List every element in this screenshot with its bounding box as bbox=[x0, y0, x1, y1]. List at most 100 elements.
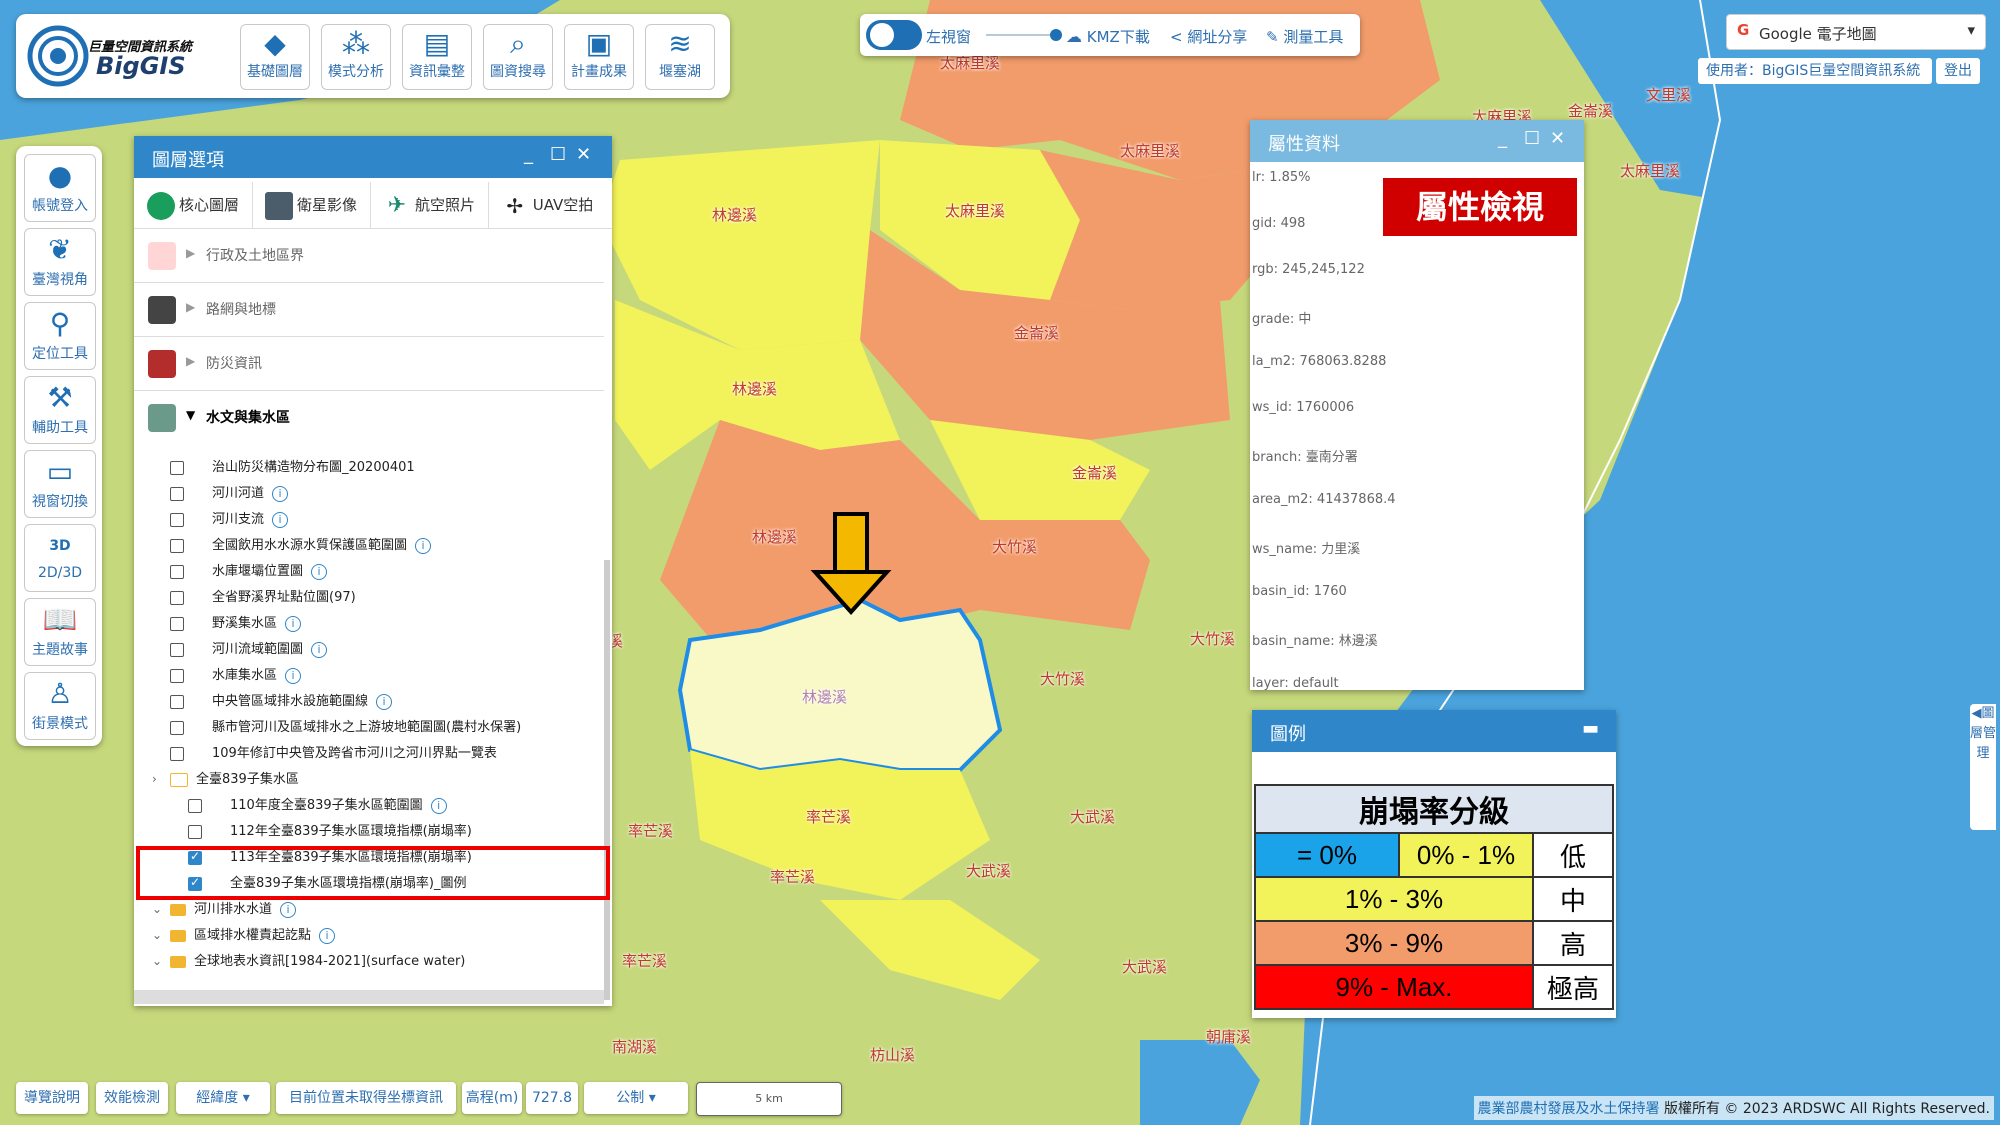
toolbar-project-results-button[interactable]: ▣ 計畫成果 bbox=[564, 24, 634, 90]
toolbar-model-analysis-button[interactable]: ⁂ 模式分析 bbox=[321, 24, 391, 90]
layer-tabs: 核心圖層 衛星影像 ✈ 航空照片 ✢ UAV空拍 bbox=[134, 182, 612, 229]
info-icon[interactable]: i bbox=[272, 511, 289, 528]
info-icon[interactable]: i bbox=[430, 797, 447, 814]
category-disaster[interactable]: ▶ 防災資訊 bbox=[134, 338, 604, 391]
tab-label: 衛星影像 bbox=[296, 196, 357, 214]
layer-row[interactable]: 縣市管河川及區域排水之上游坡地範圍圖(農村水保署) bbox=[170, 716, 521, 740]
info-icon[interactable]: i bbox=[272, 485, 289, 502]
info-icon[interactable]: i bbox=[285, 667, 302, 684]
layer-checkbox[interactable] bbox=[170, 720, 184, 735]
layer-checkbox[interactable] bbox=[170, 746, 184, 761]
layer-checkbox[interactable] bbox=[170, 668, 184, 683]
folder-icon bbox=[170, 929, 186, 942]
layer-row[interactable]: 全國飲用水水源水質保護區範圍圖 i bbox=[170, 534, 432, 558]
sidebar-aux-tools-button[interactable]: ⚒ 輔助工具 bbox=[24, 376, 96, 444]
tab-uav[interactable]: ✢ UAV空拍 bbox=[488, 182, 606, 228]
guide-button[interactable]: 導覽說明 bbox=[16, 1082, 88, 1114]
maximize-icon[interactable]: ☐ bbox=[1524, 128, 1540, 149]
split-window-toggle[interactable] bbox=[866, 20, 922, 50]
cloud-download-icon: ☁ bbox=[1066, 27, 1082, 46]
info-icon[interactable]: i bbox=[415, 537, 432, 554]
share-url-button[interactable]: < 網址分享 bbox=[1170, 26, 1247, 47]
category-hydrology[interactable]: ▼ 水文與集水區 bbox=[134, 392, 604, 444]
tab-satellite[interactable]: 衛星影像 bbox=[252, 182, 371, 228]
folder-row[interactable]: ⌄ 區域排水權責起訖點 i bbox=[152, 924, 336, 948]
measure-tool-button[interactable]: ✎ 測量工具 bbox=[1266, 26, 1343, 47]
layer-row[interactable]: 112年全臺839子集水區環境指標(崩塌率) bbox=[188, 820, 472, 844]
chevron-down-icon: ⌄ bbox=[152, 954, 163, 968]
close-icon[interactable]: ✕ bbox=[1550, 128, 1565, 149]
layer-checkbox[interactable] bbox=[188, 798, 202, 813]
layer-manager-side-tab[interactable]: ◀圖層管理 bbox=[1970, 704, 1996, 830]
info-icon[interactable]: i bbox=[311, 641, 328, 658]
toolbar-landslide-lake-button[interactable]: ≋ 堰塞湖 bbox=[645, 24, 715, 90]
layer-checkbox[interactable] bbox=[170, 590, 184, 605]
toolbar-info-summary-button[interactable]: ▤ 資訊彙整 bbox=[402, 24, 472, 90]
layer-label: 水庫堰壩位置圖 bbox=[212, 564, 304, 579]
vertical-scrollbar[interactable] bbox=[604, 560, 610, 1000]
logout-button[interactable]: 登出 bbox=[1936, 58, 1980, 84]
unit-select[interactable]: 公制 ▾ bbox=[584, 1082, 688, 1114]
folder-839[interactable]: › 全臺839子集水區 bbox=[152, 768, 299, 792]
layer-checkbox[interactable] bbox=[170, 694, 184, 709]
sidebar-2d3d-button[interactable]: 3D 2D/3D bbox=[24, 524, 96, 592]
layer-row[interactable]: 109年修訂中央管及跨省市河川之河川界點一覽表 bbox=[170, 742, 497, 766]
kmz-download-button[interactable]: ☁ KMZ下載 bbox=[1066, 26, 1150, 47]
minimize-icon[interactable]: _ bbox=[524, 144, 533, 165]
performance-button[interactable]: 效能檢測 bbox=[96, 1082, 168, 1114]
info-icon[interactable]: i bbox=[280, 901, 297, 918]
layer-checkbox[interactable] bbox=[170, 538, 184, 553]
info-icon[interactable]: i bbox=[285, 615, 302, 632]
coord-system-select[interactable]: 經緯度 ▾ bbox=[176, 1082, 270, 1114]
highlight-box bbox=[136, 846, 610, 900]
sidebar-login-button[interactable]: ● 帳號登入 bbox=[24, 154, 96, 222]
category-admin-boundary[interactable]: ▶ 行政及土地區界 bbox=[134, 230, 604, 283]
tab-label: 核心圖層 bbox=[178, 196, 239, 214]
layer-row[interactable]: 河川支流 i bbox=[170, 508, 289, 532]
chevron-right-icon: › bbox=[152, 772, 157, 786]
minimize-icon[interactable]: ▬ bbox=[1582, 718, 1599, 739]
basemap-select[interactable]: G Google 電子地圖 ▾ bbox=[1726, 14, 1986, 50]
minimize-icon[interactable]: _ bbox=[1498, 128, 1507, 149]
info-icon[interactable]: i bbox=[319, 927, 336, 944]
layer-row[interactable]: 野溪集水區 i bbox=[170, 612, 302, 636]
layer-checkbox[interactable] bbox=[188, 824, 202, 839]
sidebar-street-view-button[interactable]: ♙ 街景模式 bbox=[24, 672, 96, 740]
layer-row[interactable]: 全省野溪界址點位圖(97) bbox=[170, 586, 356, 610]
info-icon[interactable]: i bbox=[376, 693, 393, 710]
folder-row[interactable]: ⌄ 河川排水水道 i bbox=[152, 898, 297, 922]
opacity-slider[interactable] bbox=[986, 29, 1062, 41]
map-label: 大竹溪 bbox=[992, 538, 1038, 556]
sidebar-taiwan-view-button[interactable]: ❦ 臺灣視角 bbox=[24, 228, 96, 296]
maximize-icon[interactable]: ☐ bbox=[550, 144, 566, 165]
sidebar-locate-button[interactable]: ⚲ 定位工具 bbox=[24, 302, 96, 370]
layer-checkbox[interactable] bbox=[170, 616, 184, 631]
tab-aerial[interactable]: ✈ 航空照片 bbox=[370, 182, 489, 228]
layer-row[interactable]: 治山防災構造物分布圖_20200401 bbox=[170, 456, 415, 480]
toolbar-base-layers-button[interactable]: ◆ 基礎圖層 bbox=[240, 24, 310, 90]
layer-panel-header: 圖層選項 _ ☐ ✕ bbox=[134, 136, 612, 178]
chevron-right-icon: ▶ bbox=[186, 246, 196, 260]
layer-checkbox[interactable] bbox=[170, 642, 184, 657]
sidebar-window-switch-button[interactable]: ▭ 視窗切換 bbox=[24, 450, 96, 518]
layer-row[interactable]: 河川流域範圍圖 i bbox=[170, 638, 328, 662]
layer-row[interactable]: 水庫堰壩位置圖 i bbox=[170, 560, 328, 584]
layers-icon: ◆ bbox=[264, 27, 286, 60]
folder-icon bbox=[170, 955, 186, 968]
layer-checkbox[interactable] bbox=[170, 564, 184, 579]
info-icon[interactable]: i bbox=[311, 563, 328, 580]
sidebar-story-button[interactable]: 📖 主題故事 bbox=[24, 598, 96, 666]
horizontal-scrollbar[interactable] bbox=[134, 990, 604, 1004]
layer-row[interactable]: 110年度全臺839子集水區範圍圖 i bbox=[188, 794, 447, 818]
layer-row[interactable]: 水庫集水區 i bbox=[170, 664, 302, 688]
toolbar-map-search-button[interactable]: ⌕ 圖資搜尋 bbox=[483, 24, 553, 90]
layer-checkbox[interactable] bbox=[170, 460, 184, 475]
folder-row[interactable]: ⌄ 全球地表水資訊[1984-2021](surface water) bbox=[152, 950, 465, 974]
close-icon[interactable]: ✕ bbox=[576, 144, 591, 165]
layer-checkbox[interactable] bbox=[170, 512, 184, 527]
layer-row[interactable]: 河川河道 i bbox=[170, 482, 289, 506]
layer-row[interactable]: 中央管區域排水設施範圍線 i bbox=[170, 690, 393, 714]
tab-core-layers[interactable]: 核心圖層 bbox=[134, 182, 253, 228]
layer-checkbox[interactable] bbox=[170, 486, 184, 501]
category-roads[interactable]: ▶ 路網與地標 bbox=[134, 284, 604, 337]
